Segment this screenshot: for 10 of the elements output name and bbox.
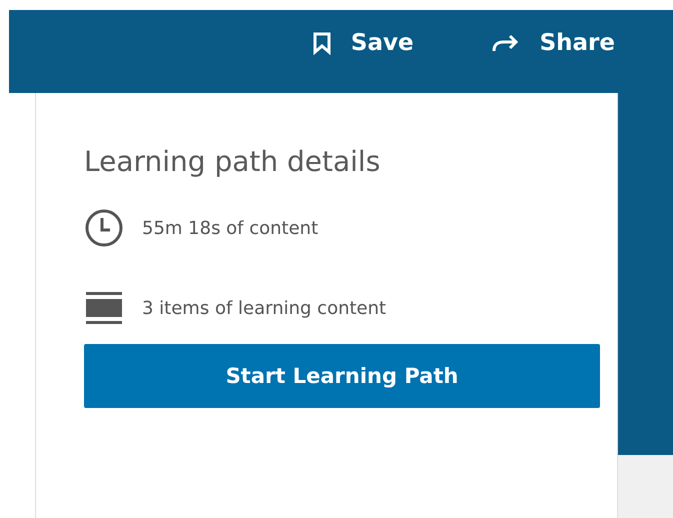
clock-icon — [84, 208, 124, 248]
detail-text: 55m 18s of content — [142, 218, 318, 238]
share-button[interactable]: Share — [492, 30, 615, 56]
save-button[interactable]: Save — [312, 30, 414, 56]
card-title: Learning path details — [84, 145, 382, 178]
share-arrow-icon — [492, 33, 520, 53]
bookmark-icon — [312, 32, 331, 54]
content-stack-icon — [84, 290, 124, 326]
start-button[interactable]: Start Learning Path — [84, 344, 600, 408]
detail-text: 3 items of learning content — [142, 298, 386, 318]
